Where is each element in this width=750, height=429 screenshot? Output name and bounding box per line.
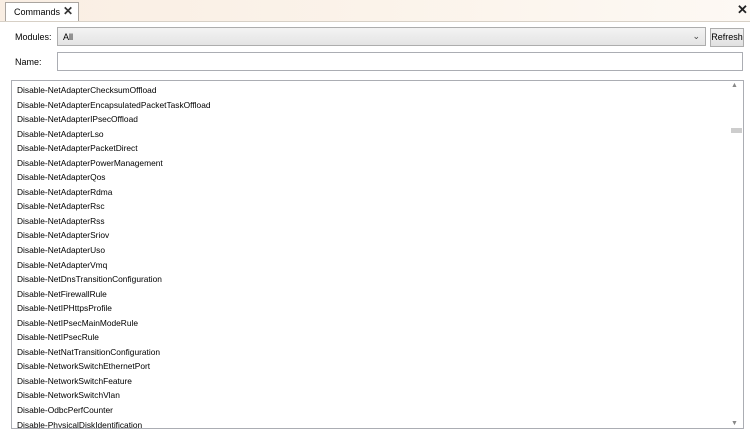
commands-list[interactable]: Disable-NetAdapterChecksumOffload Disable… — [11, 80, 744, 429]
list-item[interactable]: Disable-NetAdapterPacketDirect — [12, 141, 729, 156]
window-close-icon[interactable]: ✕ — [737, 3, 748, 16]
tab-close-icon[interactable]: ✕ — [63, 5, 73, 17]
list-item[interactable]: Disable-NetAdapterRsc — [12, 199, 729, 214]
list-item[interactable]: Disable-NetAdapterQos — [12, 170, 729, 185]
tab-bar: Commands ✕ ✕ — [0, 0, 750, 22]
name-label: Name: — [15, 57, 42, 67]
scroll-up-icon[interactable]: ▲ — [731, 82, 738, 89]
list-item[interactable]: Disable-OdbcPerfCounter — [12, 403, 729, 418]
list-item[interactable]: Disable-NetIPsecRule — [12, 330, 729, 345]
list-item[interactable]: Disable-NetAdapterUso — [12, 243, 729, 258]
list-item[interactable]: Disable-NetworkSwitchEthernetPort — [12, 359, 729, 374]
name-filter-input[interactable] — [57, 52, 743, 71]
modules-dropdown[interactable]: All ⌄ — [57, 27, 706, 46]
list-item[interactable]: Disable-NetNatTransitionConfiguration — [12, 345, 729, 360]
chevron-down-icon: ⌄ — [692, 31, 700, 41]
list-item[interactable]: Disable-NetworkSwitchFeature — [12, 374, 729, 389]
list-item[interactable]: Disable-NetFirewallRule — [12, 287, 729, 302]
list-item[interactable]: Disable-NetIPHttpsProfile — [12, 301, 729, 316]
modules-selected-value: All — [63, 32, 74, 42]
list-item[interactable]: Disable-NetAdapterRss — [12, 214, 729, 229]
tab-commands[interactable]: Commands ✕ — [5, 2, 79, 21]
vertical-scrollbar[interactable]: ▲ ▼ — [729, 81, 743, 428]
list-item[interactable]: Disable-NetAdapterPowerManagement — [12, 156, 729, 171]
list-item[interactable]: Disable-NetAdapterLso — [12, 127, 729, 142]
scroll-down-icon[interactable]: ▼ — [731, 420, 738, 427]
list-item[interactable]: Disable-NetDnsTransitionConfiguration — [12, 272, 729, 287]
list-item[interactable]: Disable-PhysicalDiskIdentification — [12, 418, 729, 428]
scroll-thumb[interactable] — [731, 128, 742, 133]
tab-label: Commands — [14, 7, 61, 17]
list-item[interactable]: Disable-NetAdapterChecksumOffload — [12, 83, 729, 98]
refresh-button[interactable]: Refresh — [710, 28, 744, 47]
list-item[interactable]: Disable-NetIPsecMainModeRule — [12, 316, 729, 331]
commands-list-items: Disable-NetAdapterChecksumOffload Disable… — [12, 81, 729, 428]
list-item[interactable]: Disable-NetAdapterIPsecOffload — [12, 112, 729, 127]
list-item[interactable]: Disable-NetAdapterSriov — [12, 228, 729, 243]
list-item[interactable]: Disable-NetAdapterRdma — [12, 185, 729, 200]
modules-label: Modules: — [15, 32, 52, 42]
list-item[interactable]: Disable-NetAdapterVmq — [12, 258, 729, 273]
list-item[interactable]: Disable-NetworkSwitchVlan — [12, 388, 729, 403]
list-item[interactable]: Disable-NetAdapterEncapsulatedPacketTask… — [12, 98, 729, 113]
